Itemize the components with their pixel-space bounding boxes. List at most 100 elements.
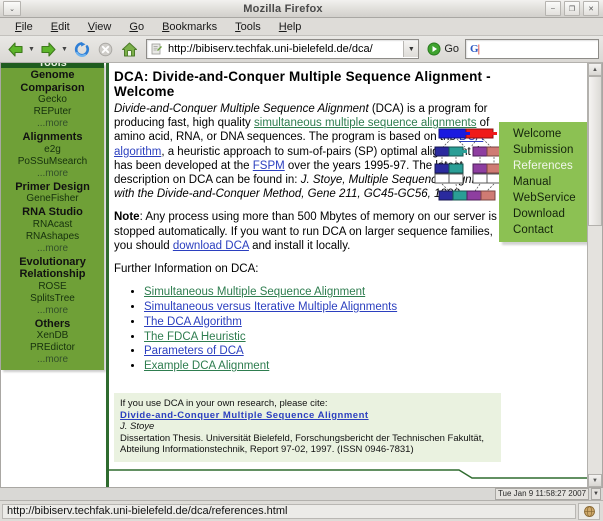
citation-details-line2: Abteilung Informationstechnik, Report 97… (120, 444, 414, 455)
note-label: Note (114, 211, 140, 224)
security-indicator[interactable] (578, 502, 600, 520)
link-the-dca-algorithm[interactable]: The DCA Algorithm (144, 316, 242, 328)
go-button[interactable]: Go (423, 42, 463, 56)
menu-edit[interactable]: Edit (42, 20, 79, 34)
reload-button[interactable] (70, 38, 92, 60)
globe-icon (583, 505, 595, 517)
link-simultaneous-multiple-sequence-alignment[interactable]: Simultaneous Multiple Sequence Alignment (144, 286, 365, 298)
content-left-rule (106, 63, 109, 487)
sidebar-item-genome-more[interactable]: ...more (1, 118, 104, 130)
forward-dropdown-arrow[interactable]: ▼ (61, 46, 68, 53)
scrollbar-track[interactable] (588, 226, 602, 474)
back-dropdown-arrow[interactable]: ▼ (28, 46, 35, 53)
vertical-scrollbar[interactable]: ▲ ▼ (587, 63, 602, 487)
sidebar-item-splitstree[interactable]: SplitsTree (1, 293, 104, 305)
sidebar-item-rnashapes[interactable]: RNAshapes (1, 231, 104, 243)
sidebar-item-evolutionary-more[interactable]: ...more (1, 305, 104, 317)
sidebar-group-alignments: Alignments (22, 131, 83, 143)
page-title: DCA: Divide-and-Conquer Multiple Sequenc… (114, 69, 491, 99)
sidebar-item-rose[interactable]: ROSE (1, 281, 104, 293)
nav-item-download[interactable]: Download (499, 206, 587, 222)
back-button[interactable] (4, 38, 26, 60)
nav-item-submission[interactable]: Submission (499, 142, 587, 158)
link-parameters-of-dca[interactable]: Parameters of DCA (144, 345, 244, 357)
google-logo-icon: G| (470, 43, 480, 55)
further-info-heading: Further Information on DCA: (114, 263, 259, 276)
citation-title-link[interactable]: Divide-and-Conquer Multiple Sequence Ali… (120, 410, 369, 421)
list-item: Parameters of DCA (144, 344, 512, 359)
nav-item-contact[interactable]: Contact (499, 222, 587, 238)
section-nav: Welcome Submission References Manual Web… (499, 122, 588, 242)
reload-icon (74, 41, 89, 57)
sidebar-item-rna-more[interactable]: ...more (1, 243, 104, 255)
nav-item-references[interactable]: References (499, 158, 587, 174)
nav-item-welcome[interactable]: Welcome (499, 126, 587, 142)
minimize-icon: – (551, 5, 555, 12)
back-arrow-icon (7, 41, 23, 57)
address-bar-dropdown[interactable]: ▼ (403, 41, 419, 57)
stop-button[interactable] (94, 38, 116, 60)
minimize-button[interactable]: – (545, 1, 561, 16)
search-input[interactable]: G| (465, 39, 599, 59)
sidebar-item-possumsearch[interactable]: PoSSuMsearch (1, 156, 104, 168)
link-download-dca[interactable]: download DCA (173, 240, 249, 252)
nav-item-manual[interactable]: Manual (499, 174, 587, 190)
window-title: Mozilla Firefox (243, 2, 323, 15)
title-bar: ⌄ Mozilla Firefox – ❐ ✕ (0, 0, 603, 18)
forward-button[interactable] (37, 38, 59, 60)
sidebar-group-genome-comparison: Genome Comparison (20, 69, 85, 94)
link-the-fdca-heuristic[interactable]: The FDCA Heuristic (144, 331, 246, 343)
sidebar-item-e2g[interactable]: e2g (1, 144, 104, 156)
timestamp-strip: Tue Jan 9 11:58:27 2007 ▼ (0, 488, 603, 500)
home-icon (121, 42, 137, 56)
footer-rule-icon (106, 469, 588, 479)
page-favicon (149, 43, 165, 55)
menu-file[interactable]: File (6, 20, 42, 34)
citation-details-line1: Dissertation Thesis. Universität Bielefe… (120, 432, 484, 444)
content-column: DCA: Divide-and-Conquer Multiple Sequenc… (106, 63, 588, 487)
home-button[interactable] (118, 38, 140, 60)
sidebar-item-others-more[interactable]: ...more (1, 354, 104, 366)
window-menu-button[interactable]: ⌄ (3, 1, 21, 16)
address-bar[interactable]: http://bibiserv.techfak.uni-bielefeld.de… (146, 39, 420, 59)
sidebar-item-xendb[interactable]: XenDB (1, 330, 104, 342)
citation-box: If you use DCA in your own research, ple… (114, 393, 501, 462)
sidebar-group-primer-design: Primer Design (15, 180, 90, 193)
sidebar-footer-spacer (1, 366, 104, 370)
link-fspm[interactable]: FSPM (253, 160, 285, 172)
clock-dropdown-icon[interactable]: ▼ (591, 488, 601, 500)
menu-bookmarks[interactable]: Bookmarks (153, 20, 226, 34)
content-body: DCA: Divide-and-Conquer Multiple Sequenc… (114, 69, 512, 374)
scroll-down-button[interactable]: ▼ (588, 474, 602, 487)
menu-help[interactable]: Help (270, 20, 311, 34)
address-bar-value[interactable]: http://bibiserv.techfak.uni-bielefeld.de… (165, 43, 403, 55)
document-icon (151, 43, 162, 55)
window-controls: – ❐ ✕ (545, 1, 599, 16)
maximize-button[interactable]: ❐ (564, 1, 580, 16)
menu-go[interactable]: Go (120, 20, 153, 34)
further-info-list: Simultaneous Multiple Sequence Alignment… (132, 285, 512, 374)
navigation-toolbar: ▼ ▼ http://bibiserv.techfak.uni-bielefel… (0, 36, 603, 63)
web-page: Tools Genome Comparison Gecko REPuter ..… (1, 63, 588, 487)
list-item: Example DCA Alignment (144, 359, 512, 374)
nav-item-webservice[interactable]: WebService (499, 190, 587, 206)
status-bar: http://bibiserv.techfak.uni-bielefeld.de… (0, 500, 603, 521)
scrollbar-thumb[interactable] (588, 76, 602, 226)
link-example-dca-alignment[interactable]: Example DCA Alignment (144, 360, 269, 372)
sidebar-item-gecko[interactable]: Gecko (1, 94, 104, 106)
clock-display: Tue Jan 9 11:58:27 2007 (494, 488, 590, 500)
divide-and-conquer-icon (434, 128, 505, 201)
sidebar-item-alignments-more[interactable]: ...more (1, 168, 104, 180)
sidebar-item-reputer[interactable]: REPuter (1, 106, 104, 118)
menu-view[interactable]: View (79, 20, 121, 34)
link-simultaneous-versus-iterative[interactable]: Simultaneous versus Iterative Multiple A… (144, 301, 397, 313)
scroll-up-button[interactable]: ▲ (588, 63, 602, 76)
list-item: Simultaneous versus Iterative Multiple A… (144, 300, 512, 315)
close-button[interactable]: ✕ (583, 1, 599, 16)
sidebar-group-others: Others (34, 317, 71, 330)
menu-tools[interactable]: Tools (226, 20, 270, 34)
menu-bar: File Edit View Go Bookmarks Tools Help (0, 18, 603, 36)
sidebar-item-rnacast[interactable]: RNAcast (1, 219, 104, 231)
sidebar-item-genefisher[interactable]: GeneFisher (1, 193, 104, 205)
sidebar-item-predictor[interactable]: PREdictor (1, 342, 104, 354)
